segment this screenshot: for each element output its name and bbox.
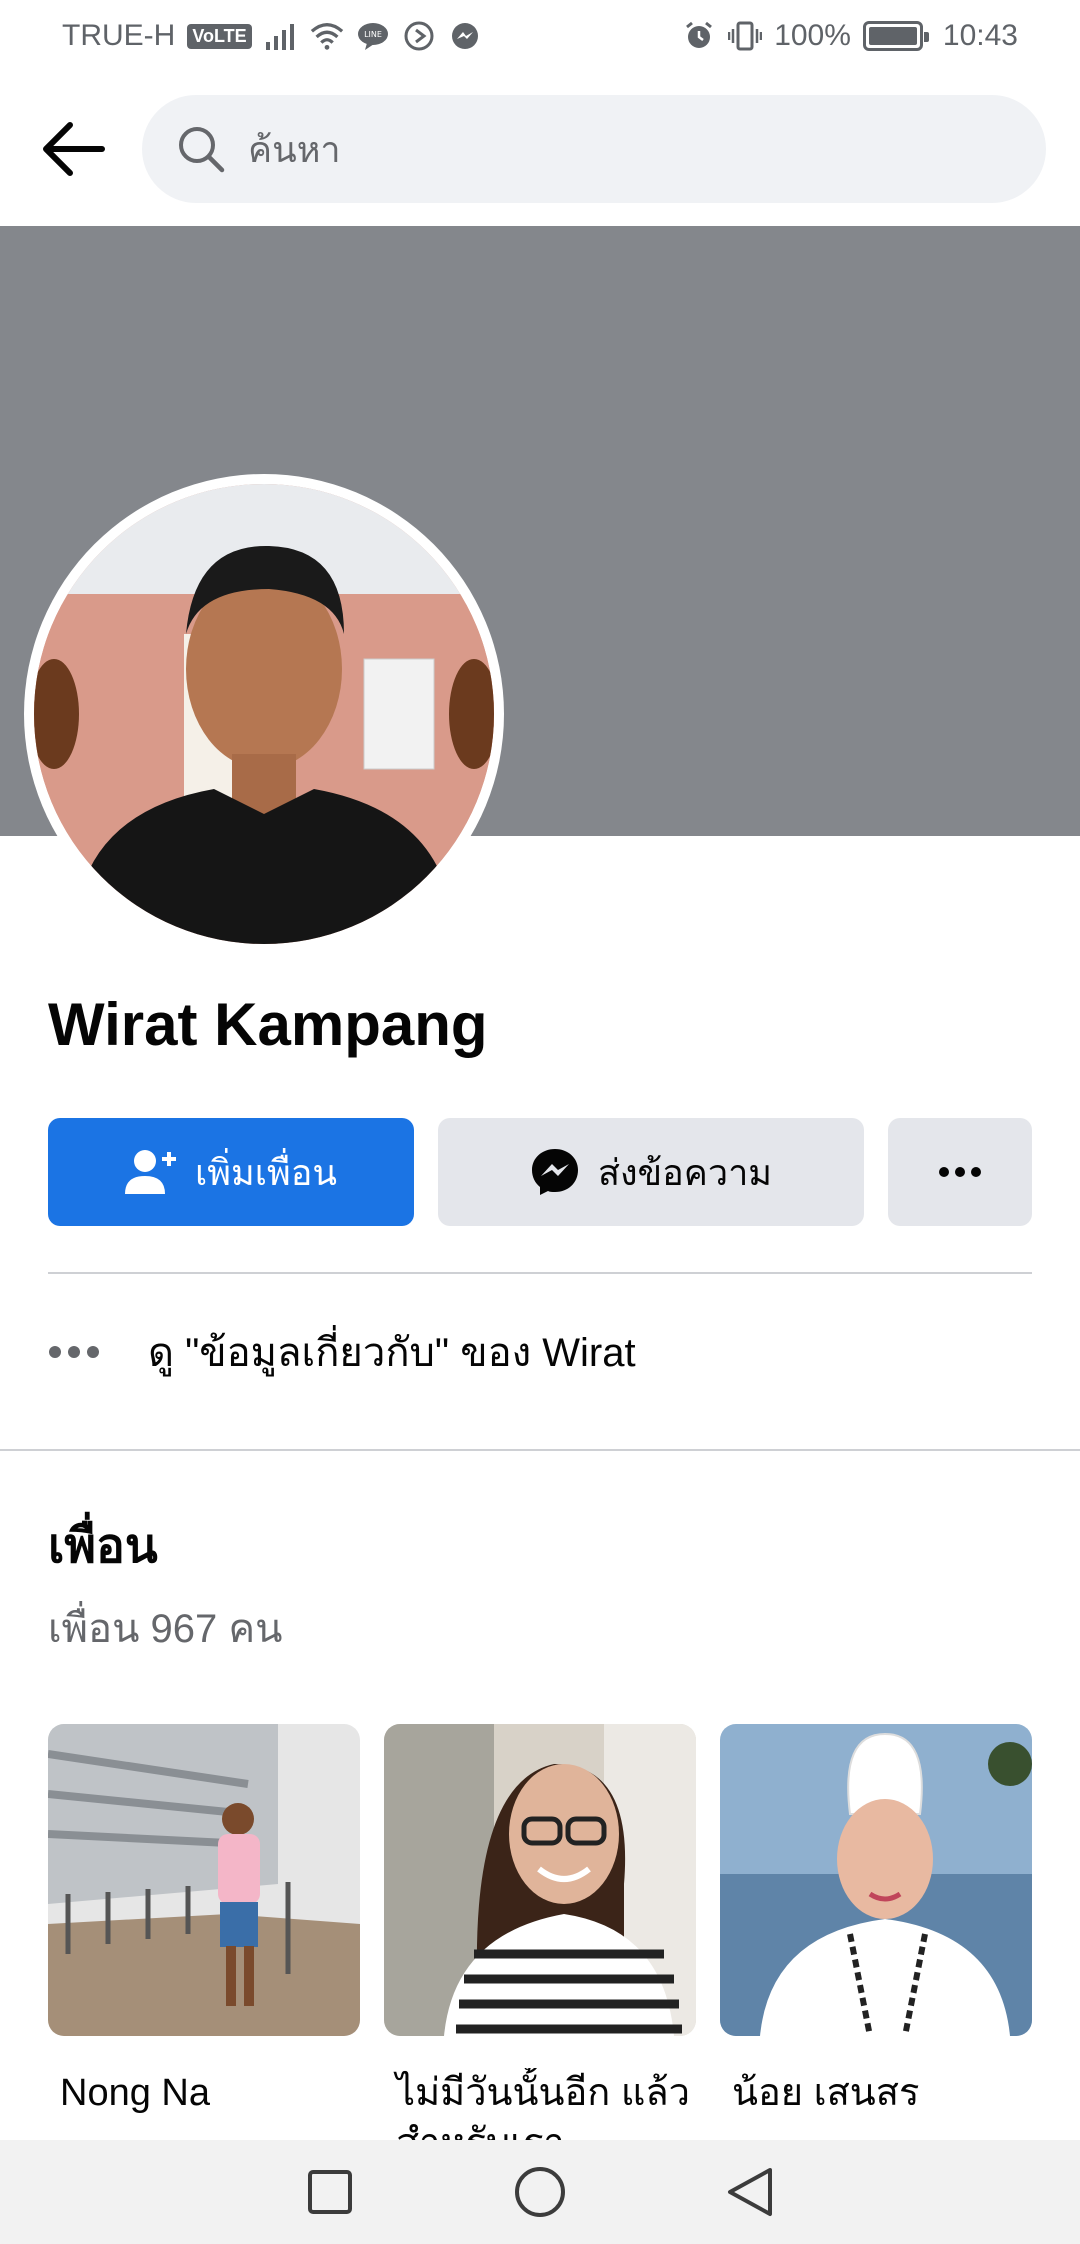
friend-card[interactable]: น้อย เสนสร <box>720 1724 1032 2168</box>
friends-section-title: เพื่อน <box>48 1520 158 1573</box>
clock: 10:43 <box>942 19 1018 52</box>
back-arrow-icon <box>43 122 105 176</box>
square-icon <box>308 2170 352 2214</box>
add-friend-label: เพิ่มเพื่อน <box>194 1151 338 1193</box>
status-bar-left: TRUE-H VoLTE LINE <box>62 19 482 53</box>
more-horizontal-icon <box>49 1346 99 1358</box>
section-divider <box>0 1449 1080 1451</box>
profile-actions: เพิ่มเพื่อน ส่งข้อความ <box>48 1118 1032 1226</box>
message-label: ส่งข้อความ <box>597 1151 773 1193</box>
battery-percent: 100% <box>774 19 851 52</box>
add-friend-button[interactable]: เพิ่มเพื่อน <box>48 1118 414 1226</box>
status-bar-right: 100% 10:43 <box>682 19 1018 53</box>
messenger-icon <box>531 1149 578 1195</box>
about-link[interactable]: ดู "ข้อมูลเกี่ยวกับ" ของ Wirat <box>48 1320 636 1384</box>
friend-card[interactable]: ไม่มีวันนั้นอีก แล้วสำหรับเรา <box>384 1724 696 2168</box>
line-app-icon: LINE <box>356 21 390 51</box>
status-bar: TRUE-H VoLTE LINE 100% 10:43 <box>0 0 1080 72</box>
friends-grid: Nong Na ไม่มีวันนั้นอีก แล้วสำหรับเรา <box>48 1724 1032 2168</box>
home-button[interactable] <box>510 2162 570 2222</box>
signal-icon <box>264 21 298 51</box>
back-button[interactable] <box>34 110 112 188</box>
avatar <box>34 484 494 944</box>
wifi-icon <box>310 21 344 51</box>
profile-picture[interactable] <box>24 474 504 954</box>
svg-text:LINE: LINE <box>364 30 382 39</box>
friends-count: เพื่อน 967 คน <box>48 1607 283 1651</box>
search-input[interactable]: ค้นหา <box>142 95 1046 203</box>
carrier-label: TRUE-H <box>62 19 176 52</box>
more-dots-icon <box>939 1167 981 1177</box>
search-placeholder: ค้นหา <box>248 128 341 170</box>
message-button[interactable]: ส่งข้อความ <box>438 1118 864 1226</box>
vibrate-icon <box>728 21 763 51</box>
about-link-label: ดู "ข้อมูลเกี่ยวกับ" ของ Wirat <box>148 1331 636 1375</box>
recent-apps-button[interactable] <box>300 2162 360 2222</box>
friend-photo[interactable] <box>720 1724 1032 2036</box>
triangle-back-icon <box>728 2168 772 2216</box>
messenger-notif-icon <box>448 21 482 51</box>
friend-photo[interactable] <box>48 1724 360 2036</box>
system-navigation-bar <box>0 2140 1080 2244</box>
top-app-bar: ค้นหา <box>0 90 1080 208</box>
back-nav-button[interactable] <box>720 2162 780 2222</box>
profile-name: Wirat Kampang <box>48 991 488 1058</box>
alarm-icon <box>682 21 716 51</box>
volte-badge: VoLTE <box>187 23 252 49</box>
battery-icon <box>862 21 929 51</box>
more-options-button[interactable] <box>888 1118 1032 1226</box>
divider <box>48 1272 1032 1274</box>
friend-card[interactable]: Nong Na <box>48 1724 360 2168</box>
search-icon <box>176 124 226 174</box>
circle-icon <box>515 2167 565 2217</box>
friend-photo[interactable] <box>384 1724 696 2036</box>
play-circle-icon <box>402 21 436 51</box>
add-friend-icon <box>124 1150 176 1194</box>
